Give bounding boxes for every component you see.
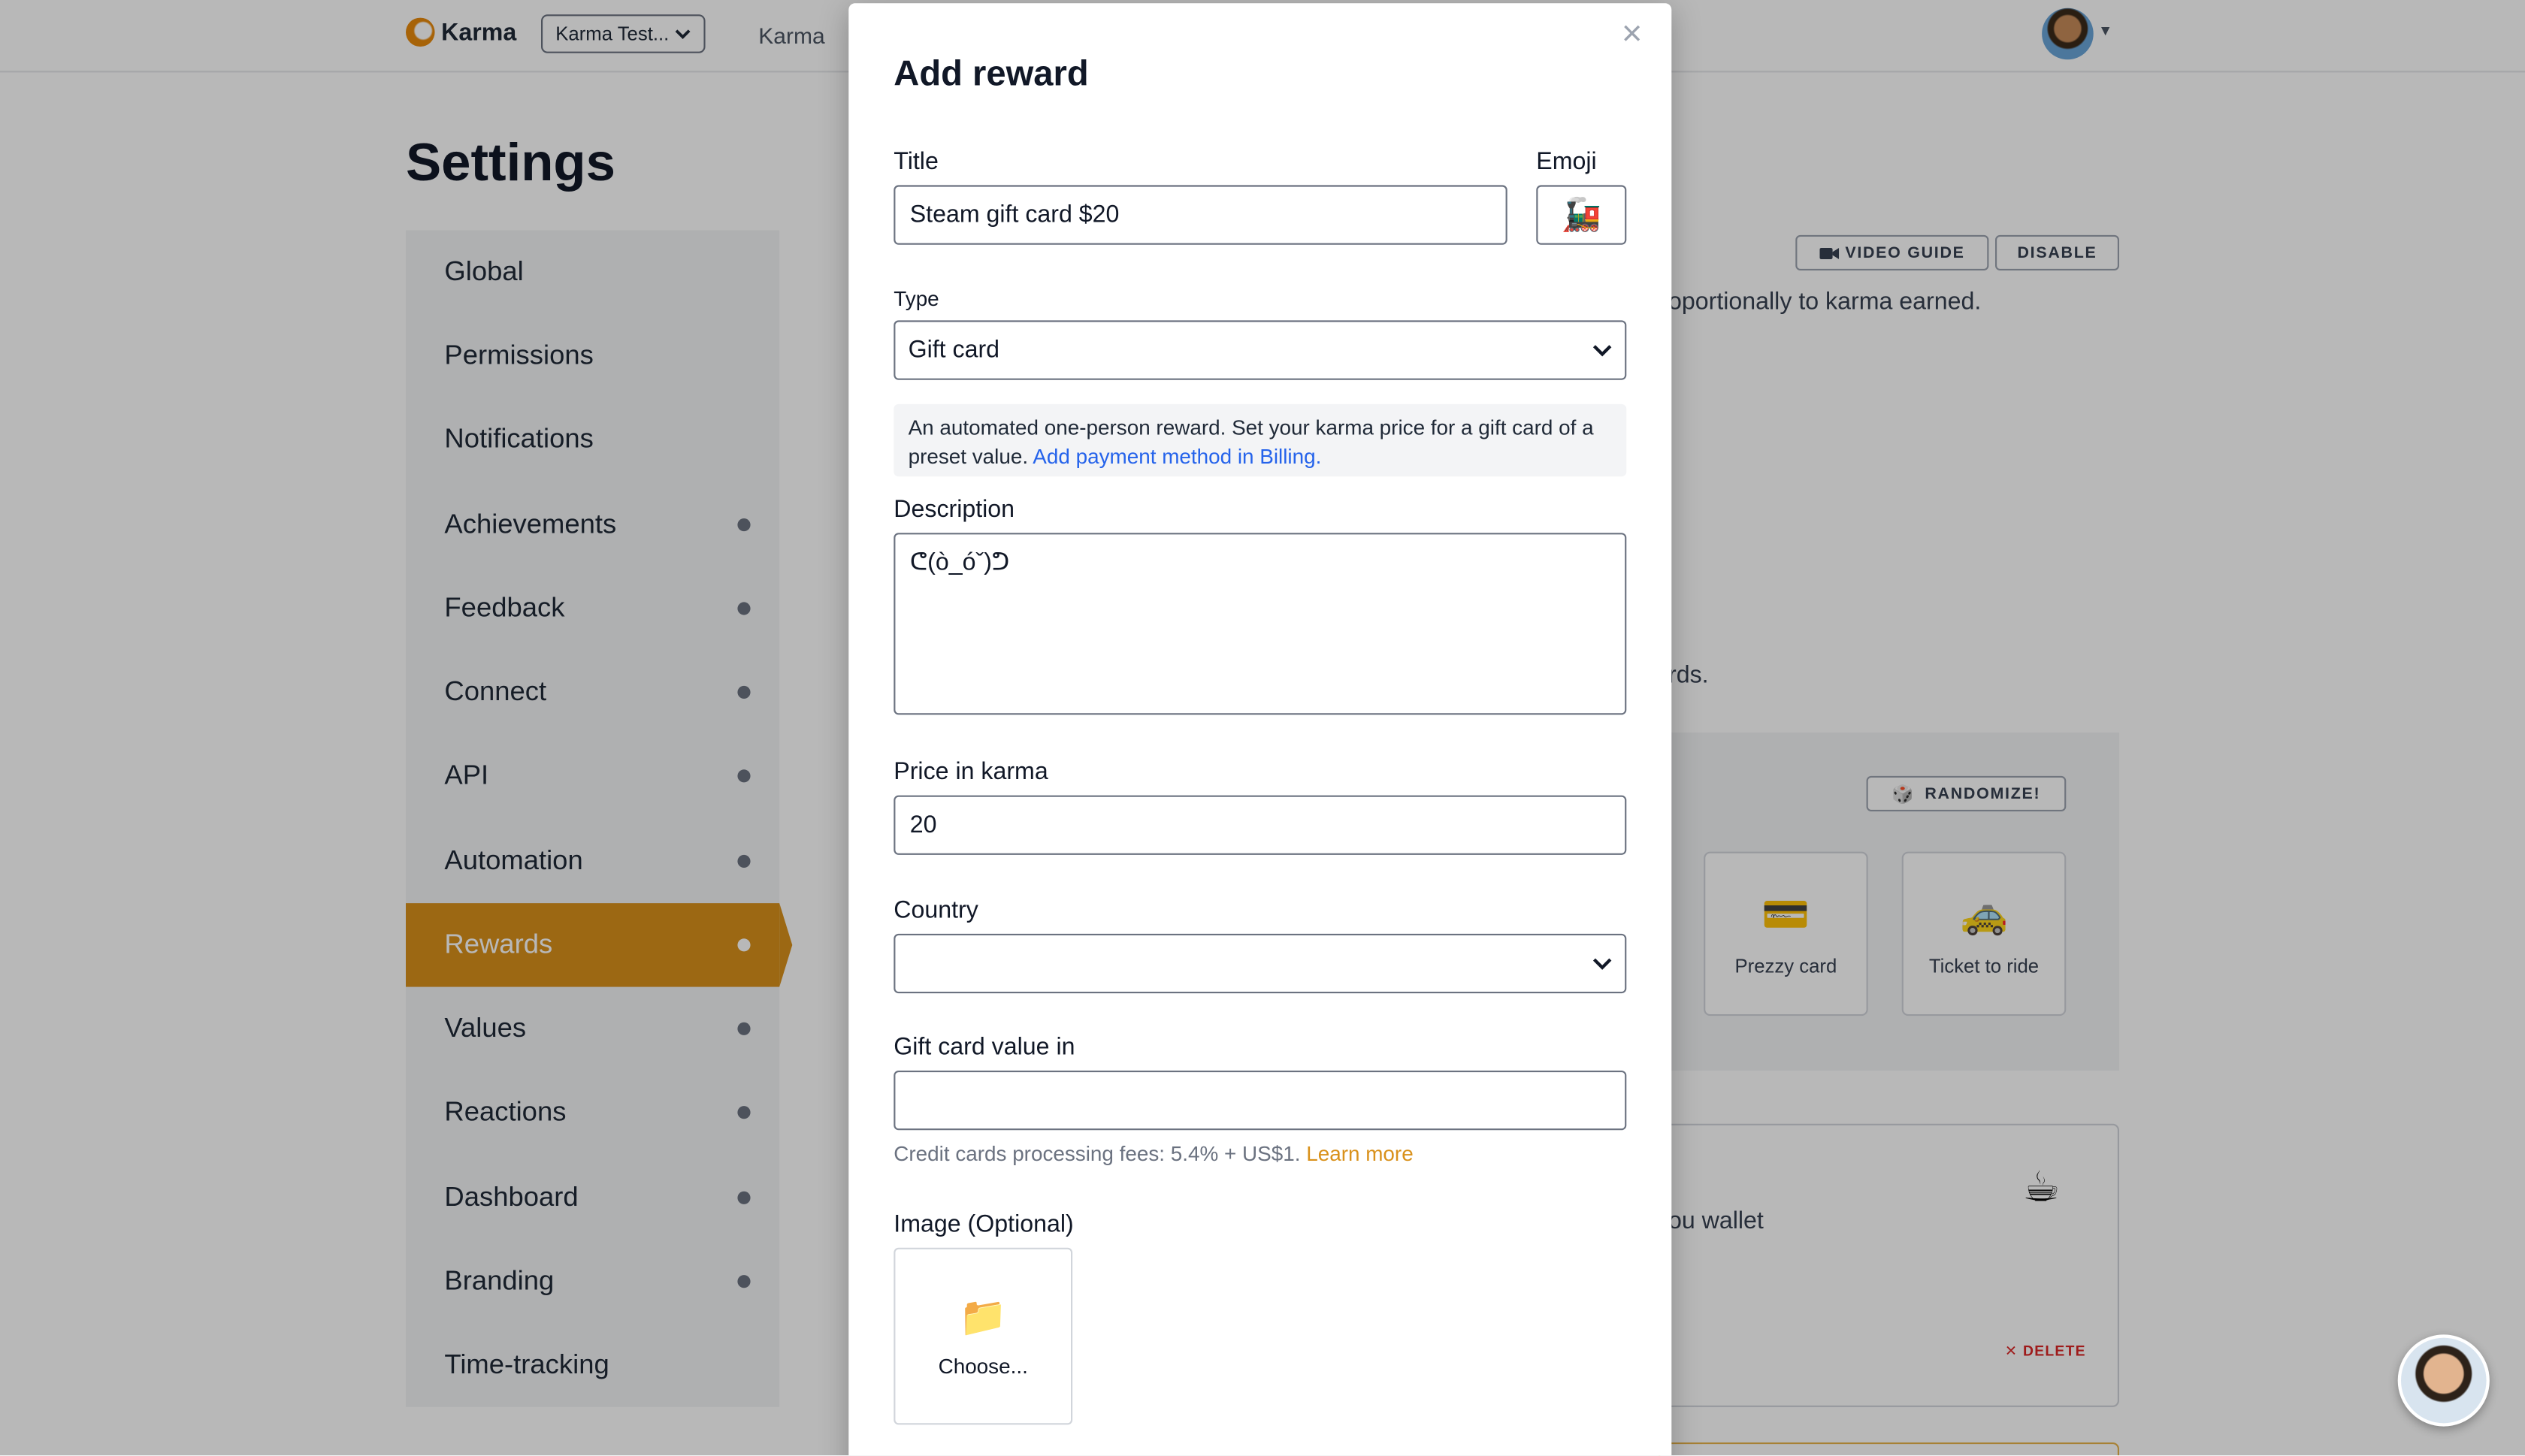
image-picker-button[interactable]: 📁 Choose...: [894, 1247, 1073, 1425]
gift-value-input[interactable]: [894, 1071, 1627, 1131]
type-info-box: An automated one-person reward. Set your…: [894, 403, 1627, 477]
image-picker-label: Choose...: [938, 1354, 1028, 1379]
locomotive-icon: 🚂: [1561, 198, 1601, 234]
description-label: Description: [894, 496, 1015, 524]
support-chat-button[interactable]: [2397, 1334, 2490, 1427]
gift-value-label: Gift card value in: [894, 1033, 1075, 1062]
type-select-value: Gift card: [908, 336, 1000, 364]
emoji-label: Emoji: [1536, 148, 1597, 176]
country-select[interactable]: [894, 933, 1627, 994]
fees-text: Credit cards processing fees: 5.4% + US$…: [894, 1141, 1301, 1166]
price-label: Price in karma: [894, 758, 1048, 786]
price-input[interactable]: [894, 795, 1627, 855]
title-label: Title: [894, 148, 939, 176]
app-window: Karma Karma Test... Karma ▼ Settings Glo…: [0, 0, 2525, 1456]
folder-icon: 📁: [959, 1296, 1008, 1340]
type-label: Type: [894, 286, 939, 311]
fees-hint: Credit cards processing fees: 5.4% + US$…: [894, 1141, 1413, 1165]
image-label: Image (Optional): [894, 1210, 1074, 1238]
description-value: ᕦ(ò_óˇ)ᕤ: [909, 548, 1010, 577]
close-icon[interactable]: ×: [1622, 15, 1643, 51]
modal-title: Add reward: [894, 53, 1089, 94]
add-reward-modal: Add reward × Title Emoji 🚂 Type Gift car…: [848, 3, 1672, 1456]
chevron-down-icon: [1592, 344, 1612, 356]
type-select[interactable]: Gift card: [894, 320, 1627, 380]
chevron-down-icon: [1592, 957, 1612, 969]
country-label: Country: [894, 896, 978, 924]
learn-more-link[interactable]: Learn more: [1306, 1141, 1413, 1165]
description-textarea[interactable]: ᕦ(ò_óˇ)ᕤ: [894, 533, 1627, 715]
billing-link[interactable]: Add payment method in Billing.: [1033, 444, 1321, 468]
title-input[interactable]: [894, 185, 1507, 245]
emoji-picker[interactable]: 🚂: [1536, 185, 1627, 245]
